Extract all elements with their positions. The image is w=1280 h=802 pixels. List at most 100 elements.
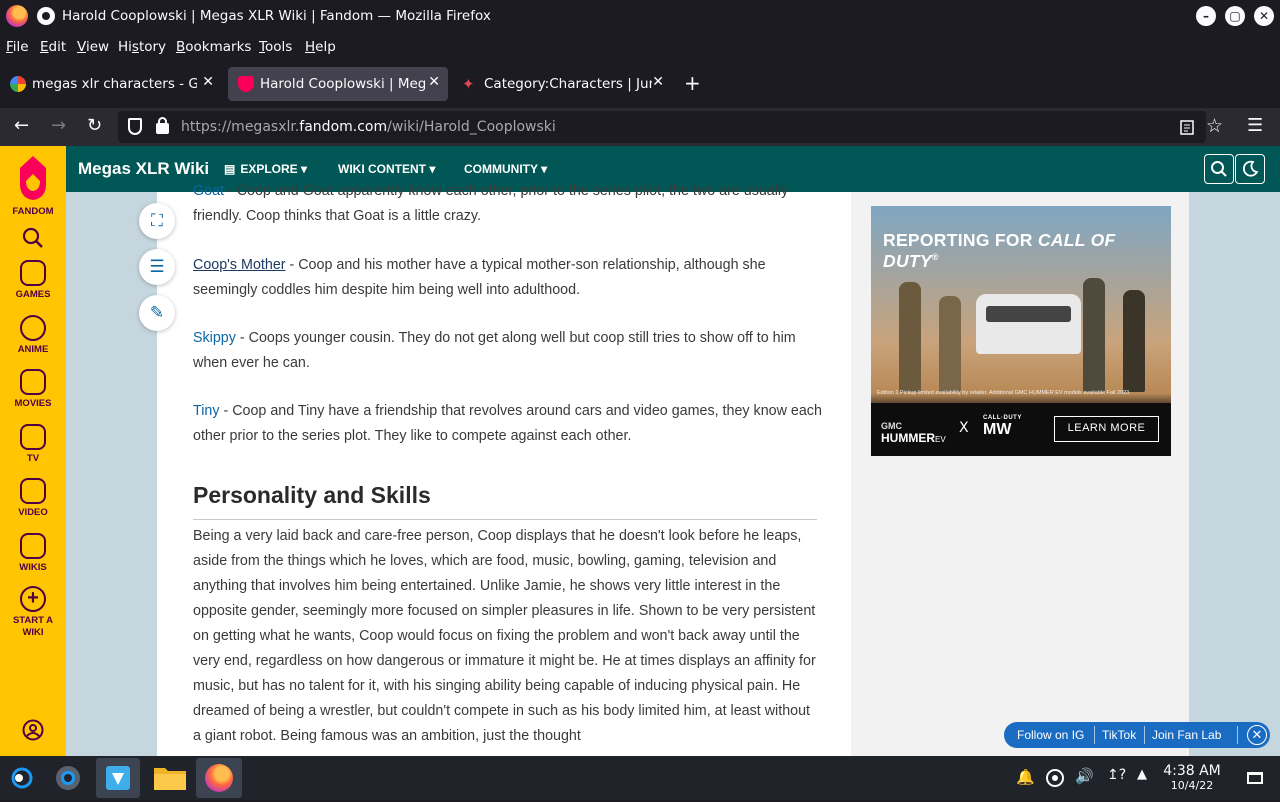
user-avatar-icon[interactable] <box>22 719 44 741</box>
wiki-name-link[interactable]: Megas XLR Wiki <box>78 159 209 179</box>
menu-history[interactable]: History <box>118 39 166 55</box>
sidebar-item-anime[interactable]: ANIME <box>0 315 66 355</box>
ad-x-separator: X <box>959 420 969 436</box>
menu-bookmarks[interactable]: Bookmarks <box>176 39 251 55</box>
relationship-mother: Coop's Mother - Coop and his mother have… <box>193 257 766 298</box>
menu-view[interactable]: View <box>77 39 109 55</box>
system-taskbar: 🔔 🔊 ↥? ▲ 4:38 AM 10/4/22 <box>0 756 1280 800</box>
lock-icon[interactable] <box>156 117 169 134</box>
ad-soldier-figure <box>1083 278 1105 392</box>
close-window-button[interactable]: ✕ <box>1254 6 1274 26</box>
google-icon <box>10 76 26 92</box>
ad-truck-image <box>976 294 1081 354</box>
advertisement[interactable]: REPORTING FOR CALL OF DUTY® Edition 1 Pi… <box>871 206 1171 456</box>
sidebar-item-video[interactable]: VIDEO <box>0 478 66 518</box>
fandom-icon <box>238 76 254 92</box>
close-follow-bar-icon[interactable]: ✕ <box>1247 725 1267 745</box>
app-launcher-icon[interactable] <box>6 762 38 794</box>
join-fan-lab-link[interactable]: Join Fan Lab <box>1152 728 1221 742</box>
close-tab-icon[interactable]: ✕ <box>428 74 440 90</box>
show-desktop-icon[interactable] <box>1247 772 1263 784</box>
moon-icon <box>1242 160 1259 177</box>
hamburger-menu-icon[interactable]: ☰ <box>1247 115 1263 136</box>
minimize-button[interactable]: – <box>1196 6 1216 26</box>
menu-help[interactable]: Help <box>305 39 336 55</box>
edit-pencil-button[interactable]: ✎ <box>139 295 175 331</box>
window-titlebar: Harold Cooplowski | Megas XLR Wiki | Fan… <box>0 0 1280 33</box>
section-heading-personality: Personality and Skills <box>193 482 817 520</box>
fandom-logo-icon[interactable] <box>16 154 50 202</box>
chevron-down-icon: ▾ <box>541 162 548 176</box>
new-tab-button[interactable]: + <box>684 71 701 95</box>
tray-expand-icon[interactable]: ▲ <box>1137 767 1147 782</box>
fandom-icon: ✦ <box>462 75 475 93</box>
tracking-protection-icon[interactable] <box>128 118 142 135</box>
follow-ig-link[interactable]: Follow on IG <box>1017 728 1084 742</box>
relationship-skippy: Skippy - Coops younger cousin. They do n… <box>193 330 796 371</box>
ad-soldier-figure <box>899 282 921 392</box>
url-bar[interactable]: https://megasxlr.fandom.com/wiki/Harold_… <box>118 111 1223 143</box>
expand-fullscreen-button[interactable]: ⛶ <box>139 203 175 239</box>
menu-tools[interactable]: Tools <box>259 39 292 55</box>
fandom-brand-label[interactable]: FANDOM <box>0 206 66 217</box>
discover-store-icon[interactable] <box>96 758 140 798</box>
sidebar-item-movies[interactable]: MOVIES <box>0 369 66 409</box>
clapperboard-icon <box>20 369 46 395</box>
tab-harold-cooplowski[interactable]: Harold Cooplowski | Mega ✕ <box>228 67 448 101</box>
plus-circle-icon: + <box>20 586 46 612</box>
system-clock[interactable]: 4:38 AM 10/4/22 <box>1160 763 1224 792</box>
reader-view-icon[interactable] <box>1180 120 1194 135</box>
wiki-search-button[interactable] <box>1204 154 1234 184</box>
search-icon[interactable] <box>22 227 44 249</box>
firefox-taskbar-icon[interactable] <box>196 758 242 798</box>
update-icon[interactable] <box>1045 768 1065 788</box>
navigation-toolbar: ← → ↻ https://megasxlr.fandom.com/wiki/H… <box>0 108 1280 146</box>
chevron-down-icon: ▾ <box>429 162 436 176</box>
relationship-goat: Goat - Coop and Goat apparently know eac… <box>193 183 789 224</box>
ad-learn-more-button[interactable]: LEARN MORE <box>1054 416 1159 442</box>
system-settings-icon[interactable] <box>52 762 84 794</box>
forward-arrow-icon[interactable]: → <box>51 115 66 136</box>
url-text[interactable]: https://megasxlr.fandom.com/wiki/Harold_… <box>181 119 556 135</box>
link-coops-mother[interactable]: Coop's Mother <box>193 257 286 273</box>
sidebar-item-start-a-wiki[interactable]: + START A WIKI <box>0 586 66 639</box>
nav-community[interactable]: COMMUNITY ▾ <box>464 162 547 176</box>
social-follow-bar: Follow on IG TikTok Join Fan Lab ✕ <box>1004 722 1270 748</box>
link-goat[interactable]: Goat <box>193 183 224 199</box>
theme-toggle-button[interactable] <box>1235 154 1265 184</box>
ad-soldier-figure <box>1123 290 1145 392</box>
firefox-logo-icon <box>6 5 28 27</box>
ad-fine-print: Edition 1 Pickup limited availability by… <box>877 390 1131 396</box>
close-tab-icon[interactable]: ✕ <box>652 74 664 90</box>
menu-edit[interactable]: Edit <box>40 39 66 55</box>
menu-file[interactable]: File <box>6 39 29 55</box>
reload-icon[interactable]: ↻ <box>87 115 102 136</box>
notification-bell-icon[interactable]: 🔔 <box>1016 768 1035 786</box>
window-menu-icon[interactable] <box>37 7 55 25</box>
link-tiny[interactable]: Tiny <box>193 403 219 419</box>
tab-google-search[interactable]: megas xlr characters - Goo ✕ <box>0 67 222 101</box>
nav-wiki-content[interactable]: WIKI CONTENT ▾ <box>338 162 435 176</box>
search-icon <box>1211 161 1227 177</box>
bookmark-star-icon[interactable]: ☆ <box>1206 115 1223 137</box>
sidebar-item-games[interactable]: GAMES <box>0 260 66 300</box>
anime-face-icon <box>20 315 46 341</box>
link-skippy[interactable]: Skippy <box>193 330 236 346</box>
nav-explore[interactable]: ▤ EXPLORE ▾ <box>224 162 307 176</box>
file-manager-icon[interactable] <box>150 758 190 798</box>
tab-label: megas xlr characters - Goo <box>32 76 197 92</box>
table-of-contents-button[interactable]: ☰ <box>139 249 175 285</box>
volume-icon[interactable]: 🔊 <box>1075 767 1094 785</box>
tab-category-characters[interactable]: ✦ Category:Characters | Juni ✕ <box>452 67 672 101</box>
fandom-global-sidebar: FANDOM GAMES ANIME MOVIES TV VIDEO WIKIS… <box>0 146 66 756</box>
gamepad-icon <box>20 260 46 286</box>
back-arrow-icon[interactable]: ← <box>14 115 29 136</box>
sidebar-item-wikis[interactable]: WIKIS <box>0 533 66 573</box>
tab-bar: megas xlr characters - Goo ✕ Harold Coop… <box>0 61 1280 108</box>
article-content: Goat - Coop and Goat apparently know eac… <box>157 183 851 756</box>
sidebar-item-tv[interactable]: TV <box>0 424 66 464</box>
tiktok-link[interactable]: TikTok <box>1102 728 1136 742</box>
maximize-button[interactable]: ▢ <box>1225 6 1245 26</box>
network-icon[interactable]: ↥? <box>1107 767 1126 783</box>
close-tab-icon[interactable]: ✕ <box>202 74 214 90</box>
